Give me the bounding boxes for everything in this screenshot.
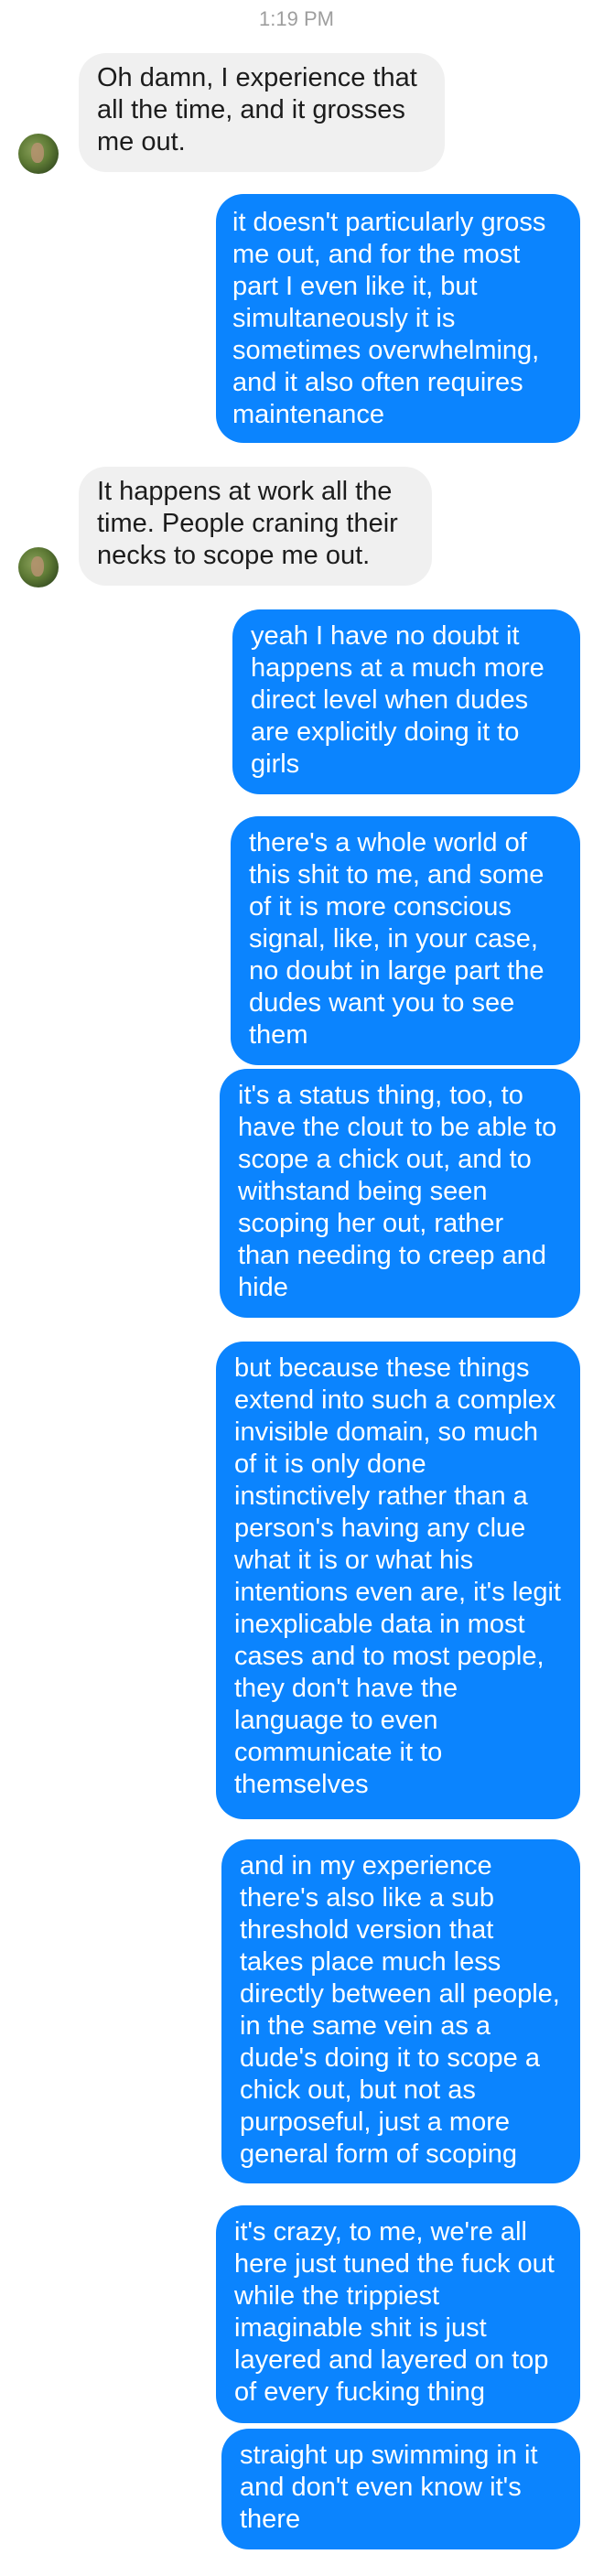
message-bubble-outgoing[interactable]: it doesn't particularly gross me out, an…: [216, 194, 580, 443]
contact-avatar[interactable]: [18, 134, 59, 174]
message-bubble-outgoing[interactable]: and in my experience there's also like a…: [221, 1839, 580, 2183]
contact-avatar[interactable]: [18, 547, 59, 587]
message-bubble-incoming[interactable]: Oh damn, I experience that all the time,…: [79, 53, 445, 172]
chat-timestamp: 1:19 PM: [259, 7, 334, 30]
message-bubble-outgoing[interactable]: it's a status thing, too, to have the cl…: [220, 1069, 580, 1318]
message-bubble-outgoing[interactable]: but because these things extend into suc…: [216, 1342, 580, 1819]
message-bubble-outgoing[interactable]: it's crazy, to me, we're all here just t…: [216, 2205, 580, 2423]
message-bubble-outgoing[interactable]: straight up swimming in it and don't eve…: [221, 2429, 580, 2549]
message-bubble-outgoing[interactable]: yeah I have no doubt it happens at a muc…: [232, 609, 580, 794]
message-bubble-outgoing[interactable]: there's a whole world of this shit to me…: [231, 816, 580, 1065]
message-bubble-incoming[interactable]: It happens at work all the time. People …: [79, 467, 432, 586]
